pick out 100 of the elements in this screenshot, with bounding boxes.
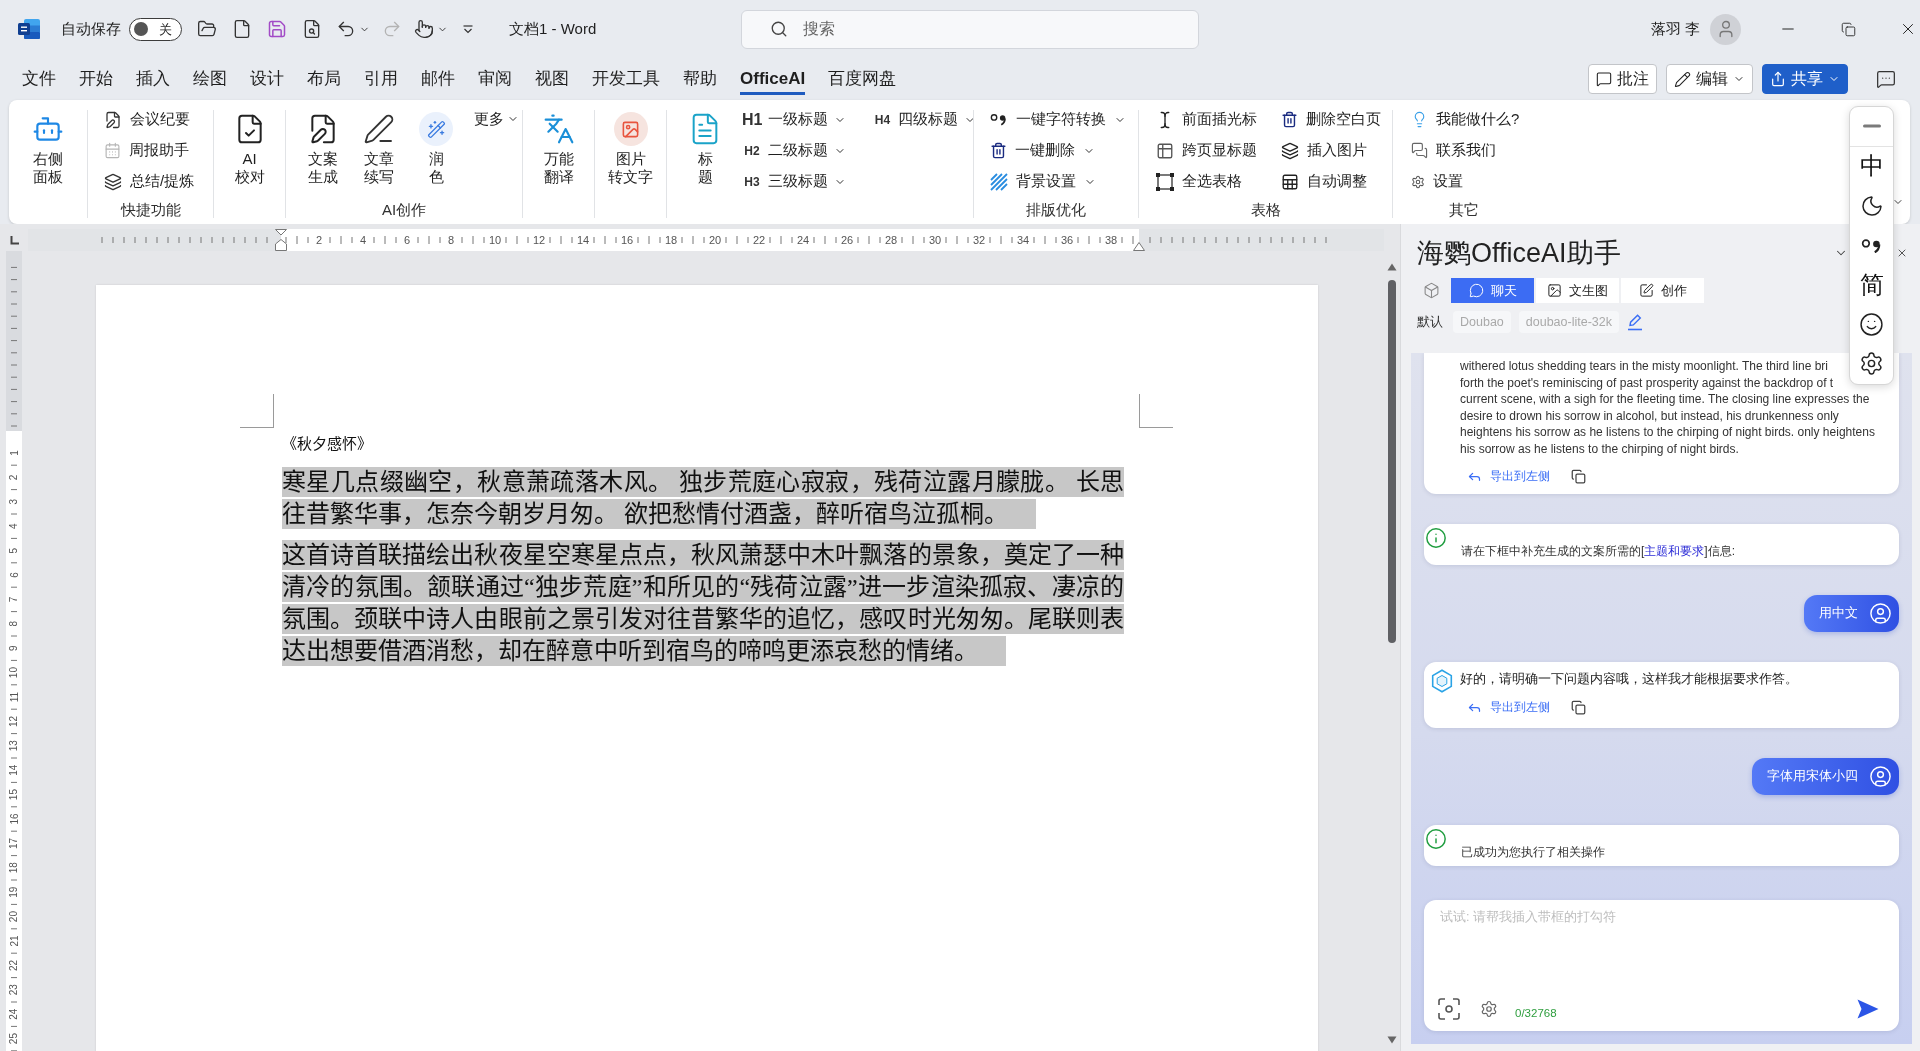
magic-wand-icon — [419, 112, 453, 146]
ruler-number: 8 — [447, 234, 455, 246]
input-mode-button[interactable]: 中 — [1859, 152, 1884, 181]
ribbon-tab[interactable]: 文件 — [22, 63, 56, 95]
edit-mode-button[interactable]: 编辑 — [1666, 64, 1753, 94]
panel-tab[interactable]: 创作 — [1621, 278, 1704, 303]
group-label: 快捷功能 — [120, 200, 181, 220]
ribbon-button[interactable]: 插入图片 — [1279, 136, 1369, 165]
chat-bubble-icon — [1468, 283, 1484, 298]
smiley-icon[interactable] — [1859, 311, 1884, 337]
restore-icon[interactable] — [1840, 21, 1856, 37]
ribbon-button[interactable]: 设置 — [1409, 167, 1465, 196]
ruler-number: 32 — [972, 234, 986, 246]
ribbon-button[interactable]: H3 三级标题 — [740, 167, 848, 196]
ribbon-button[interactable]: AI 校对 — [228, 104, 271, 198]
ribbon-tab[interactable]: 视图 — [535, 63, 569, 95]
folder-icon[interactable] — [196, 19, 217, 39]
ribbon-button[interactable]: 一键删除 — [988, 136, 1097, 165]
ribbon-button[interactable]: H1 一级标题 — [740, 105, 849, 134]
indent-marker[interactable] — [275, 229, 287, 236]
ribbon-button[interactable]: 文章 续写 — [358, 104, 400, 198]
ruler-number: 3 — [8, 499, 20, 505]
ribbon-tab[interactable]: 审阅 — [478, 63, 512, 95]
send-icon[interactable] — [1857, 999, 1879, 1019]
speech-bubble-icon[interactable] — [1876, 69, 1896, 89]
trash-icon — [990, 142, 1007, 159]
pointer-icon[interactable] — [414, 19, 434, 39]
more-menu-button[interactable]: 更多 — [472, 105, 521, 133]
ruler-number: 16 — [8, 813, 20, 825]
copy-icon[interactable] — [1571, 469, 1586, 485]
ribbon-button[interactable]: 自动调整 — [1279, 167, 1369, 196]
undo-icon[interactable] — [336, 19, 356, 39]
ribbon-tab[interactable]: 百度网盘 — [828, 63, 897, 95]
ribbon-button[interactable]: H4 四级标题 — [870, 105, 979, 134]
ribbon-tab[interactable]: OfficeAI — [740, 63, 806, 95]
ribbon-tab[interactable]: 布局 — [307, 63, 341, 95]
minimize-icon[interactable] — [1862, 124, 1881, 129]
panel-tab[interactable]: 聊天 — [1451, 278, 1534, 303]
search-field[interactable]: 搜索 — [741, 9, 1199, 49]
ribbon-button[interactable]: 联系我们 — [1409, 136, 1498, 165]
share-icon — [1770, 71, 1786, 87]
punctuation-icon[interactable] — [1860, 237, 1883, 253]
ribbon-tab[interactable]: 绘图 — [193, 63, 227, 95]
ribbon-tab[interactable]: 设计 — [250, 63, 284, 95]
info-message: 已成功为您执行了相关操作 — [1461, 843, 1605, 860]
scroll-down-icon[interactable] — [1387, 1036, 1397, 1044]
export-to-left-button[interactable]: 导出到左侧 — [1460, 467, 1550, 486]
copy-icon[interactable] — [1571, 700, 1586, 716]
scroll-up-icon[interactable] — [1387, 263, 1397, 271]
ribbon-button[interactable]: 全选表格 — [1154, 167, 1244, 196]
ribbon-tab[interactable]: 开始 — [79, 63, 113, 95]
autosave-toggle[interactable]: 关 — [129, 17, 182, 41]
diagonal-stripes-icon — [990, 172, 1008, 191]
edit-pencil-icon[interactable] — [1626, 313, 1643, 331]
ribbon-button[interactable]: 万能 翻译 — [537, 104, 580, 198]
moon-icon[interactable] — [1859, 193, 1884, 218]
ribbon-button[interactable]: 跨页显标题 — [1154, 136, 1259, 165]
ribbon-button[interactable]: H2 二级标题 — [740, 136, 848, 165]
ruler-number: 36 — [1060, 234, 1074, 246]
margin-corner-mark — [240, 394, 274, 428]
topic-link[interactable]: 主题和要求 — [1644, 543, 1705, 558]
settings-icon[interactable] — [1859, 351, 1884, 377]
export-to-left-button[interactable]: 导出到左侧 — [1460, 698, 1550, 717]
ribbon-button[interactable]: 总结/提炼 — [102, 167, 197, 196]
share-button[interactable]: 共享 — [1762, 64, 1848, 94]
search-input[interactable]: 搜索 — [803, 20, 1183, 38]
ribbon-button[interactable]: 一键字符转换 — [988, 105, 1128, 134]
scroll-thumb[interactable] — [1388, 280, 1396, 643]
ribbon-tab[interactable]: 插入 — [136, 63, 170, 95]
ribbon-button[interactable]: 文案 生成 — [302, 104, 344, 198]
cube-icon[interactable] — [1423, 282, 1440, 299]
tab-stop-icon[interactable] — [9, 235, 19, 245]
panel-tab[interactable]: 文生图 — [1536, 278, 1619, 303]
ribbon-tab[interactable]: 邮件 — [421, 63, 455, 95]
ribbon-button[interactable]: 删除空白页 — [1279, 105, 1383, 134]
ribbon-button[interactable]: 周报助手 — [102, 136, 191, 165]
document-pen-icon — [104, 110, 122, 129]
ribbon-tab[interactable]: 开发工具 — [592, 63, 660, 95]
ruler-number: 23 — [8, 984, 20, 996]
ribbon-button[interactable]: 前面插光标 — [1154, 105, 1259, 134]
ribbon-tab[interactable]: 帮助 — [683, 63, 717, 95]
ribbon-tab[interactable]: 引用 — [364, 63, 398, 95]
comment-button[interactable]: 批注 — [1588, 64, 1657, 94]
script-mode-button[interactable]: 简 — [1859, 270, 1884, 299]
document-paragraph: 这首诗首联描绘出秋夜星空寒星点点，秋风萧瑟中木叶飘落的景象，奠定了一种清冷的氛围。颔联通过“独步荒庭”和所见的“残荷泣露”进一步渲染孤寂、凄凉的氛围。颈联中诗人由眼前之景引发对往昔繁华的追忆，感叹时光匆匆。尾联则表达出想要借酒消愁，却在醉意中听到宿鸟的啼鸣更添哀愁的情绪。 — [282, 539, 1124, 667]
ribbon-button[interactable]: 标 题 — [683, 104, 727, 198]
close-icon[interactable] — [1896, 247, 1908, 259]
ribbon-button[interactable]: 背景设置 — [988, 167, 1098, 196]
scan-icon[interactable] — [1438, 998, 1460, 1020]
ribbon-button[interactable]: 我能做什么? — [1409, 105, 1522, 134]
ruler-number: 38 — [1104, 234, 1118, 246]
ribbon-button[interactable]: 会议纪要 — [102, 105, 192, 134]
ribbon-button[interactable]: 润 色 — [414, 104, 458, 198]
ruler-number: 22 — [752, 234, 766, 246]
ribbon-button[interactable]: 图片 转文字 — [603, 104, 658, 198]
message-input-box[interactable]: 试试: 请帮我插入带框的打勾符 0/32768 — [1424, 900, 1899, 1031]
customize-caret-icon[interactable] — [463, 24, 473, 34]
message-input[interactable]: 试试: 请帮我插入带框的打勾符 — [1438, 909, 1887, 995]
ribbon-button[interactable]: 右侧 面板 — [27, 104, 69, 198]
save-icon[interactable] — [266, 19, 287, 39]
